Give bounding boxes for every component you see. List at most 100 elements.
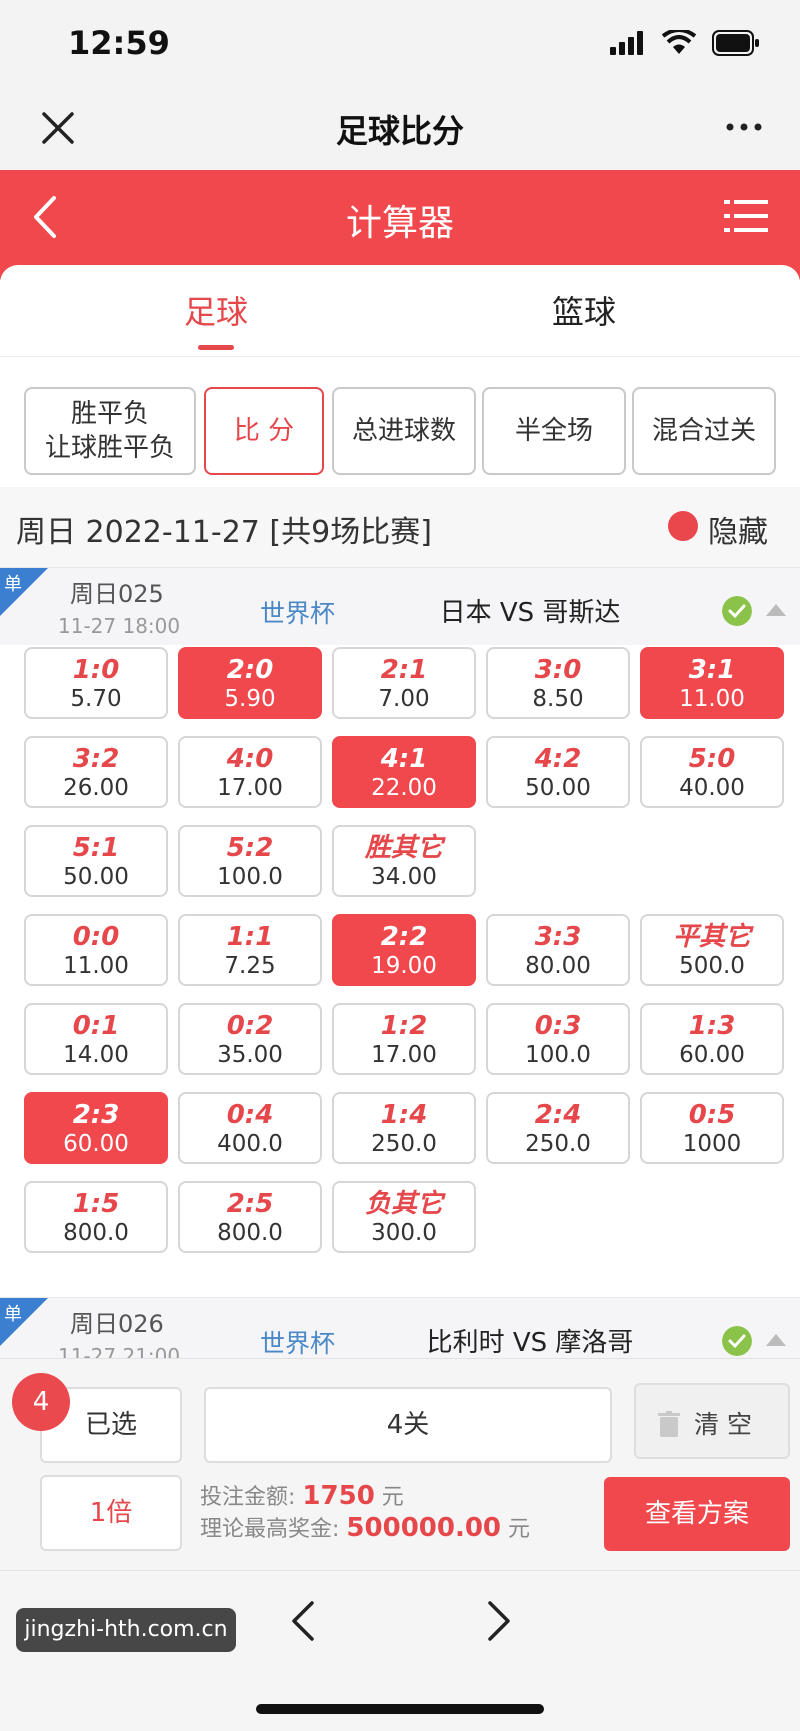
play-tab-score[interactable]: 比 分 [204, 387, 324, 475]
match-number: 周日026 [70, 1310, 164, 1338]
clear-button[interactable]: 清 空 [634, 1383, 790, 1459]
score-option[interactable]: 1:2 17.00 [332, 1003, 476, 1075]
bet-amount-unit: 元 [381, 1485, 404, 1510]
score-option[interactable]: 2:2 19.00 [332, 914, 476, 986]
pass-type-selector[interactable]: 4关 [204, 1387, 612, 1463]
collapse-caret-icon[interactable] [766, 604, 786, 616]
play-tab-total-goals[interactable]: 总进球数 [332, 387, 476, 475]
selected-label: 已选 [84, 1410, 137, 1440]
score-option[interactable]: 0:2 35.00 [178, 1003, 322, 1075]
nav-forward-icon[interactable] [484, 1599, 514, 1643]
play-tab-half-full[interactable]: 半全场 [482, 387, 626, 475]
odds-value: 1000 [682, 1131, 742, 1157]
play-tab-label: 胜平负 [70, 399, 149, 429]
score-option[interactable]: 3:1 11.00 [640, 647, 784, 719]
odds-value: 17.00 [217, 775, 283, 801]
odds-value: 400.0 [217, 1131, 283, 1157]
home-indicator[interactable] [256, 1704, 544, 1714]
odds-value: 100.0 [217, 864, 283, 890]
match-header[interactable]: 单 周日025 11-27 18:00 世界杯 日本 VS 哥斯达 [0, 567, 800, 645]
score-option[interactable]: 0:3 100.0 [486, 1003, 630, 1075]
score-label: 2:5 [226, 1189, 274, 1219]
odds-value: 300.0 [371, 1220, 437, 1246]
odds-value: 35.00 [217, 1042, 283, 1068]
odds-value: 800.0 [217, 1220, 283, 1246]
score-label: 2:4 [534, 1100, 582, 1130]
score-option[interactable]: 0:1 14.00 [24, 1003, 168, 1075]
score-option[interactable]: 4:2 50.00 [486, 736, 630, 808]
score-option[interactable]: 4:1 22.00 [332, 736, 476, 808]
score-option[interactable]: 1:4 250.0 [332, 1092, 476, 1164]
score-option[interactable]: 2:0 5.90 [178, 647, 322, 719]
odds-value: 26.00 [63, 775, 129, 801]
play-tab-sublabel: 让球胜平负 [44, 433, 175, 463]
sport-tabs: 足球 篮球 [0, 265, 800, 357]
multiplier-button[interactable]: 1倍 [40, 1475, 182, 1551]
score-option[interactable]: 5:0 40.00 [640, 736, 784, 808]
max-prize-label: 理论最高奖金: [200, 1517, 340, 1542]
match-date: 周日 2022-11-27 [共9场比赛] [16, 515, 432, 550]
odds-value: 40.00 [679, 775, 745, 801]
max-prize-value: 500000.00 [346, 1513, 502, 1543]
score-option[interactable]: 3:3 80.00 [486, 914, 630, 986]
score-option[interactable]: 2:5 800.0 [178, 1181, 322, 1253]
score-label: 0:5 [688, 1100, 736, 1130]
score-option[interactable]: 1:0 5.70 [24, 647, 168, 719]
odds-value: 34.00 [371, 864, 437, 890]
score-option[interactable]: 2:4 250.0 [486, 1092, 630, 1164]
score-label: 2:2 [380, 922, 428, 952]
score-option[interactable]: 3:0 8.50 [486, 647, 630, 719]
play-tab-label: 总进球数 [351, 416, 456, 446]
score-label: 4:0 [226, 744, 274, 774]
score-label: 3:1 [688, 655, 736, 685]
score-option[interactable]: 5:2 100.0 [178, 825, 322, 897]
score-label: 5:1 [72, 833, 120, 863]
single-tag-label: 单 [4, 574, 22, 595]
match-time: 11-27 18:00 [58, 614, 181, 638]
list-menu-icon[interactable] [724, 196, 768, 236]
bet-amount-value: 1750 [302, 1481, 375, 1511]
tab-basketball[interactable]: 篮球 [552, 287, 616, 333]
odds-value: 60.00 [679, 1042, 745, 1068]
view-plan-button[interactable]: 查看方案 [604, 1477, 790, 1551]
score-option[interactable]: 1:1 7.25 [178, 914, 322, 986]
score-option[interactable]: 0:4 400.0 [178, 1092, 322, 1164]
odds-value: 22.00 [371, 775, 437, 801]
battery-icon [712, 30, 759, 56]
score-option[interactable]: 1:5 800.0 [24, 1181, 168, 1253]
score-option[interactable]: 2:3 60.00 [24, 1092, 168, 1164]
collapse-caret-icon[interactable] [766, 1334, 786, 1346]
webview-title: 足球比分 [335, 112, 464, 150]
score-option[interactable]: 5:1 50.00 [24, 825, 168, 897]
date-row: 周日 2022-11-27 [共9场比赛] 隐藏 [0, 487, 800, 567]
score-option[interactable]: 负其它 300.0 [332, 1181, 476, 1253]
score-label: 0:4 [226, 1100, 274, 1130]
score-option[interactable]: 3:2 26.00 [24, 736, 168, 808]
score-option[interactable]: 4:0 17.00 [178, 736, 322, 808]
hide-toggle-label[interactable]: 隐藏 [708, 507, 768, 551]
odds-value: 100.0 [525, 1042, 591, 1068]
score-option[interactable]: 1:3 60.00 [640, 1003, 784, 1075]
odds-value: 5.90 [224, 686, 276, 712]
match-number: 周日025 [70, 580, 164, 608]
match-league: 世界杯 [260, 1329, 336, 1358]
status-time: 12:59 [68, 24, 170, 62]
nav-back-icon[interactable] [288, 1599, 318, 1643]
selected-count-badge: 4 [12, 1373, 70, 1431]
hide-toggle-dot[interactable] [668, 511, 698, 541]
score-label: 1:4 [380, 1100, 428, 1130]
tab-football[interactable]: 足球 [184, 287, 248, 350]
score-option[interactable]: 0:5 1000 [640, 1092, 784, 1164]
score-option[interactable]: 0:0 11.00 [24, 914, 168, 986]
play-tab-win-draw-lose[interactable]: 胜平负 让球胜平负 [24, 387, 196, 475]
play-tab-mixed-parlay[interactable]: 混合过关 [632, 387, 776, 475]
score-option[interactable]: 2:1 7.00 [332, 647, 476, 719]
score-label: 0:0 [72, 922, 120, 952]
score-option[interactable]: 胜其它 34.00 [332, 825, 476, 897]
score-label: 胜其它 [364, 833, 443, 863]
app-header: 计算器 [0, 170, 800, 280]
score-option[interactable]: 平其它 500.0 [640, 914, 784, 986]
odds-value: 17.00 [371, 1042, 437, 1068]
more-options-icon[interactable] [724, 112, 764, 142]
odds-value: 60.00 [63, 1131, 129, 1157]
